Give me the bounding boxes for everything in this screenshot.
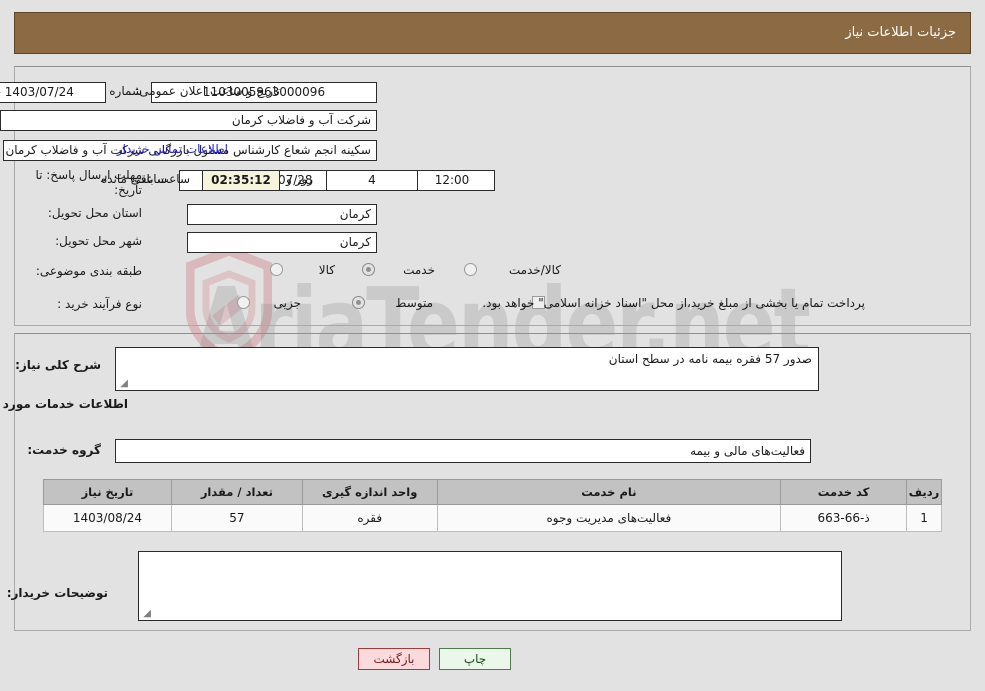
cell-service-name: فعالیت‌های مدیریت وجوه bbox=[436, 504, 782, 532]
cell-need-date: 1403/08/24 bbox=[43, 504, 172, 532]
resize-grip-icon[interactable]: ◢ bbox=[118, 379, 128, 389]
days-and-label: روز و bbox=[286, 172, 313, 186]
need-summary-panel bbox=[14, 66, 971, 326]
radio-category-khedmat[interactable] bbox=[362, 263, 375, 276]
buyer-org-value: شرکت آب و فاضلاب کرمان bbox=[0, 110, 377, 131]
radio-category-khedmat-label: خدمت bbox=[403, 263, 435, 277]
buyer-contact-link[interactable]: اطلاعات تماس خریدار bbox=[117, 142, 228, 156]
hours-remaining-label: ساعت باقی مانده bbox=[100, 172, 190, 186]
radio-category-kala-khedmat-label: کالا/خدمت bbox=[508, 263, 561, 277]
announce-datetime-value: 1403/07/24 - 08:27 bbox=[0, 82, 106, 103]
city-label: شهر محل تحویل: bbox=[55, 234, 142, 248]
page-root: AriaTender.net جزئیات اطلاعات نیاز شماره… bbox=[0, 0, 985, 691]
radio-category-kala[interactable] bbox=[270, 263, 283, 276]
buyer-notes-textarea[interactable]: ◢ bbox=[138, 551, 842, 621]
checkbox-treasury-payment-label: پرداخت تمام یا بخشی از مبلغ خرید،از محل … bbox=[482, 296, 865, 310]
need-desc-value: صدور 57 فقره بیمه نامه در سطح استان bbox=[608, 352, 812, 366]
radio-process-motevaset-label: متوسط bbox=[395, 296, 433, 310]
announce-datetime-label: تاریخ و ساعت اعلان عمومی: bbox=[135, 84, 280, 98]
province-label: استان محل تحویل: bbox=[47, 206, 142, 220]
radio-process-motevaset[interactable] bbox=[352, 296, 365, 309]
col-need-date: تاریخ نیاز bbox=[43, 479, 172, 505]
radio-process-jozii[interactable] bbox=[237, 296, 250, 309]
cell-unit: فقره bbox=[301, 504, 438, 532]
radio-process-jozii-label: جزیی bbox=[273, 296, 301, 310]
services-heading: اطلاعات خدمات مورد نیاز bbox=[0, 397, 128, 411]
process-label: نوع فرآیند خرید : bbox=[57, 297, 142, 311]
province-value: کرمان bbox=[187, 204, 377, 225]
deadline-hour-value: 12:00 bbox=[409, 170, 495, 191]
col-quantity: تعداد / مقدار bbox=[170, 479, 303, 505]
cell-service-code: ذ-66-663 bbox=[780, 504, 908, 532]
cell-quantity: 57 bbox=[170, 504, 303, 532]
time-remaining-value: 02:35:12 bbox=[202, 170, 280, 191]
back-button[interactable]: بازگشت bbox=[358, 648, 430, 670]
need-desc-textarea[interactable]: صدور 57 فقره بیمه نامه در سطح استان ◢ bbox=[115, 347, 819, 391]
need-desc-label: شرح کلی نیاز: bbox=[15, 358, 101, 372]
service-group-label: گروه خدمت: bbox=[27, 443, 101, 457]
col-unit: واحد اندازه گیری bbox=[301, 479, 438, 505]
page-title: جزئیات اطلاعات نیاز bbox=[845, 25, 956, 40]
buyer-notes-label: توضیحات خریدار: bbox=[6, 586, 108, 600]
radio-category-kala-label: کالا bbox=[318, 263, 335, 277]
col-service-code: کد خدمت bbox=[780, 479, 908, 505]
page-title-bar: جزئیات اطلاعات نیاز bbox=[14, 12, 971, 54]
col-row-no: ردیف bbox=[906, 479, 942, 505]
print-button[interactable]: چاپ bbox=[439, 648, 511, 670]
table-row[interactable]: 1 ذ-66-663 فعالیت‌های مدیریت وجوه فقره 5… bbox=[43, 504, 942, 532]
table-header-row: ردیف کد خدمت نام خدمت واحد اندازه گیری ت… bbox=[43, 479, 942, 505]
services-table: ردیف کد خدمت نام خدمت واحد اندازه گیری ت… bbox=[43, 479, 942, 532]
radio-category-kala-khedmat[interactable] bbox=[464, 263, 477, 276]
city-value: کرمان bbox=[187, 232, 377, 253]
category-label: طبقه بندی موضوعی: bbox=[35, 264, 142, 278]
col-service-name: نام خدمت bbox=[436, 479, 782, 505]
days-remaining-value: 4 bbox=[326, 170, 418, 191]
resize-grip-icon-2[interactable]: ◢ bbox=[141, 609, 151, 619]
service-group-value: فعالیت‌های مالی و بیمه bbox=[115, 439, 811, 463]
cell-row-no: 1 bbox=[906, 504, 942, 532]
